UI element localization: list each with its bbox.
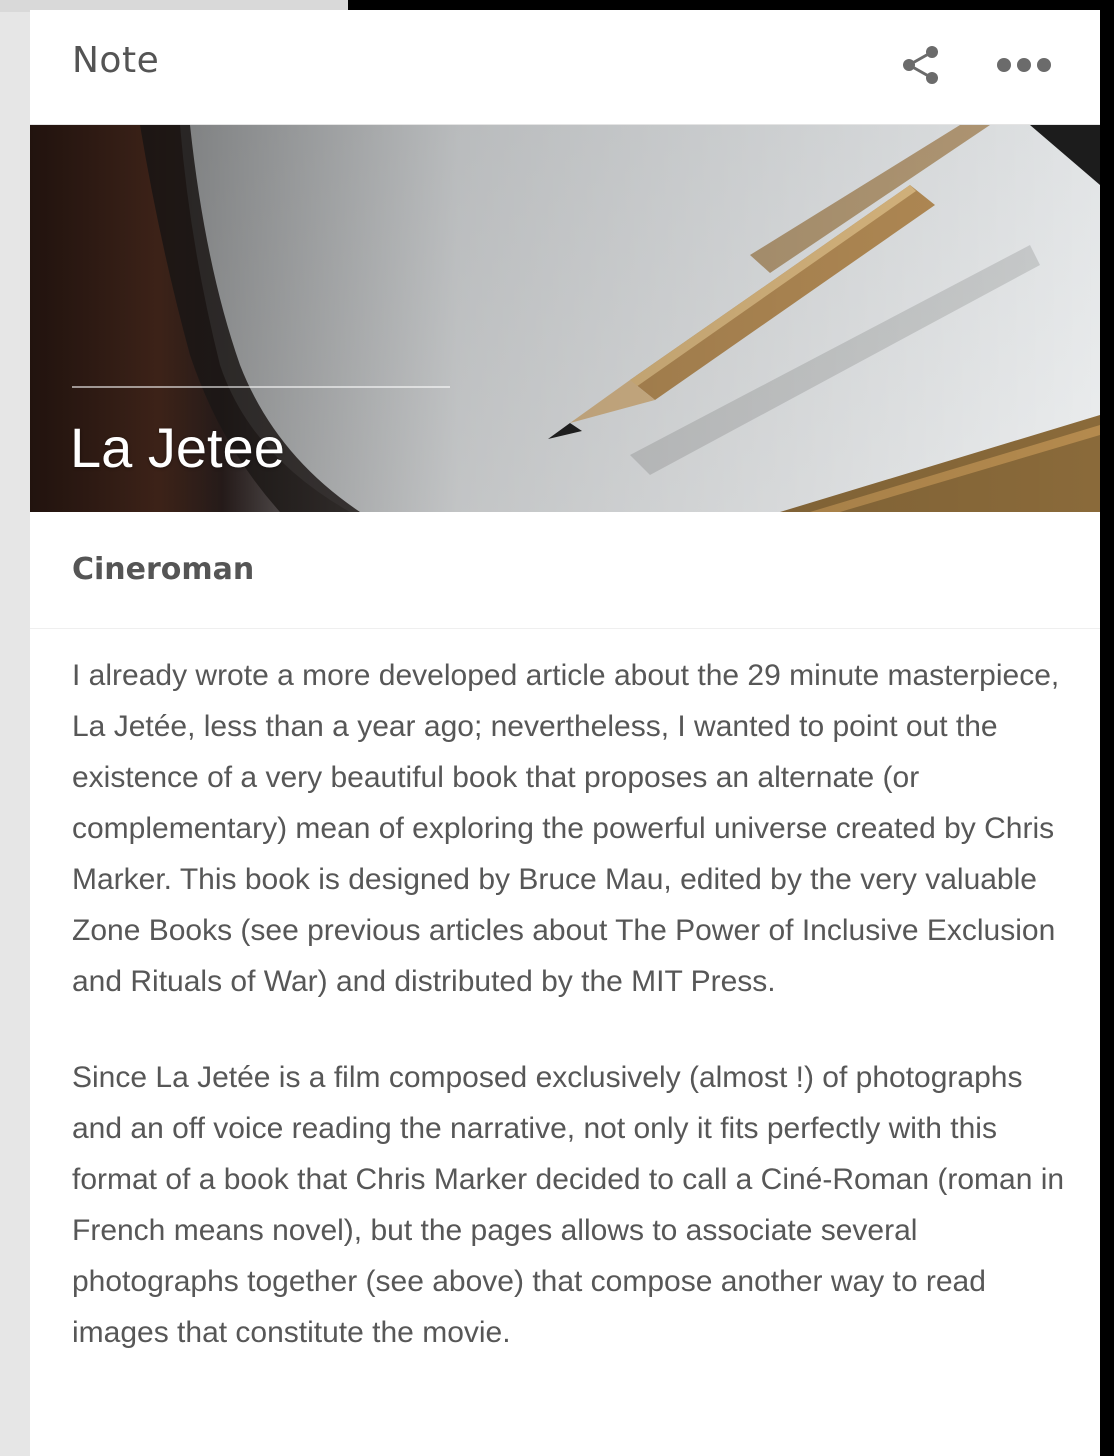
note-body: I already wrote a more developed article… xyxy=(72,650,1072,1403)
body-paragraph: Since La Jetée is a film composed exclus… xyxy=(72,1061,1065,1349)
subtitle-section: Cineroman xyxy=(30,512,1100,629)
note-header: Note xyxy=(30,10,1100,125)
note-subtitle: Cineroman xyxy=(72,552,255,587)
header-title: Note xyxy=(72,40,160,81)
body-paragraph: I already wrote a more developed article… xyxy=(72,659,1060,998)
note-title: La Jetee xyxy=(70,416,285,479)
note-card: Note La Jetee Cineroman I already wrote … xyxy=(30,10,1100,1456)
hero-divider xyxy=(72,386,450,388)
hero-image: La Jetee xyxy=(30,125,1100,512)
more-options-icon[interactable] xyxy=(992,54,1056,76)
share-icon[interactable] xyxy=(900,44,942,86)
background-left xyxy=(0,0,30,1456)
